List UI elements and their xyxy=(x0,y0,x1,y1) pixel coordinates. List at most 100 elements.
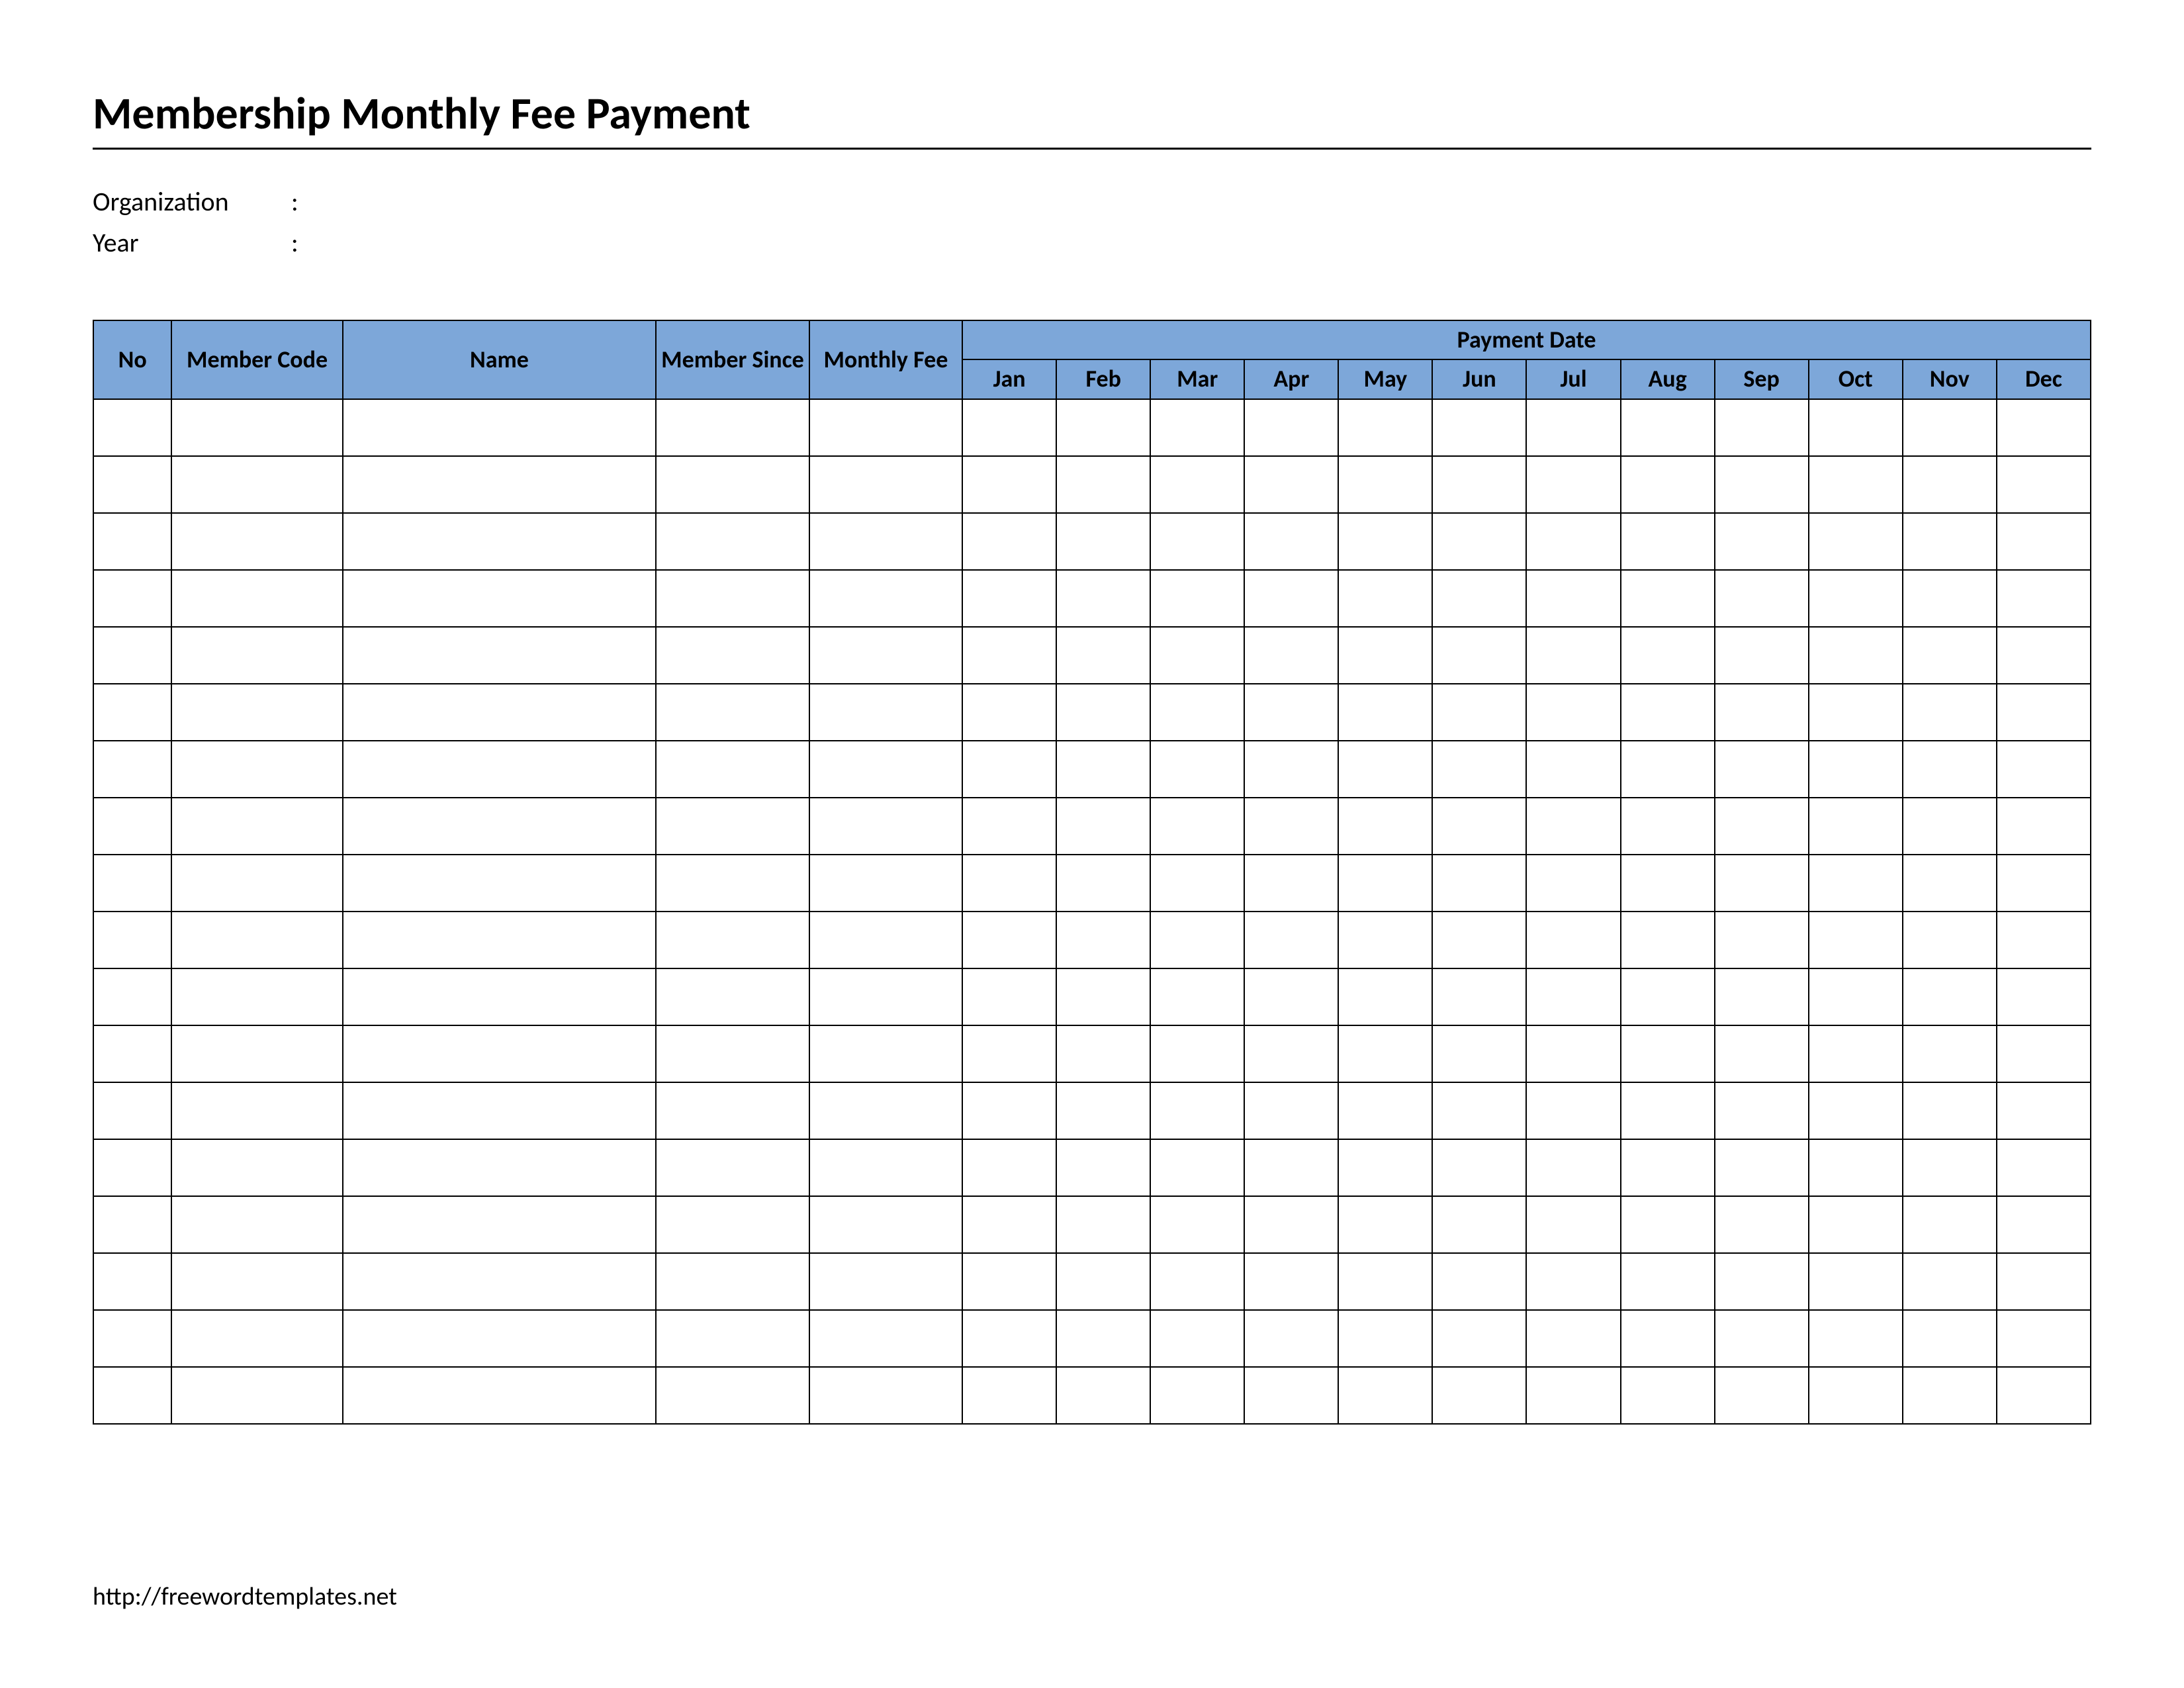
cell xyxy=(1244,627,1338,684)
cell xyxy=(962,798,1056,855)
cell xyxy=(1621,684,1715,741)
cell xyxy=(1903,1310,1997,1367)
cell xyxy=(1715,798,1809,855)
cell xyxy=(1809,855,1903,912)
cell xyxy=(1338,1139,1432,1196)
cell xyxy=(343,513,657,570)
cell xyxy=(962,855,1056,912)
col-month-may: May xyxy=(1338,359,1432,399)
cell xyxy=(171,1367,342,1424)
cell xyxy=(656,456,809,513)
cell xyxy=(1526,912,1620,968)
cell xyxy=(1150,798,1244,855)
cell xyxy=(656,741,809,798)
cell xyxy=(1621,456,1715,513)
cell xyxy=(1244,1139,1338,1196)
cell xyxy=(656,399,809,456)
cell xyxy=(656,627,809,684)
cell xyxy=(1997,1139,2091,1196)
cell xyxy=(962,968,1056,1025)
cell xyxy=(1997,855,2091,912)
cell xyxy=(1150,1367,1244,1424)
cell xyxy=(1338,798,1432,855)
cell xyxy=(1150,855,1244,912)
table-row xyxy=(93,456,2091,513)
cell xyxy=(656,855,809,912)
organization-label: Organization xyxy=(93,181,291,222)
document-page: Membership Monthly Fee Payment Organizat… xyxy=(0,0,2184,1688)
cell xyxy=(171,1310,342,1367)
cell xyxy=(1715,627,1809,684)
col-month-aug: Aug xyxy=(1621,359,1715,399)
cell xyxy=(1338,684,1432,741)
cell xyxy=(656,1310,809,1367)
cell xyxy=(962,1196,1056,1253)
cell xyxy=(656,1253,809,1310)
cell xyxy=(1809,1196,1903,1253)
cell xyxy=(1526,627,1620,684)
cell xyxy=(343,570,657,627)
cell xyxy=(656,912,809,968)
cell xyxy=(1056,741,1150,798)
cell xyxy=(1997,1025,2091,1082)
col-no: No xyxy=(93,320,171,399)
table-row xyxy=(93,570,2091,627)
cell xyxy=(1621,627,1715,684)
cell xyxy=(1244,1025,1338,1082)
cell xyxy=(656,570,809,627)
cell xyxy=(1432,1253,1526,1310)
cell xyxy=(93,513,171,570)
cell xyxy=(809,1367,962,1424)
cell xyxy=(1338,1196,1432,1253)
cell xyxy=(1621,741,1715,798)
cell xyxy=(656,798,809,855)
cell xyxy=(1056,1196,1150,1253)
cell xyxy=(93,1253,171,1310)
cell xyxy=(1056,968,1150,1025)
cell xyxy=(1432,1082,1526,1139)
cell xyxy=(1338,968,1432,1025)
cell xyxy=(656,1082,809,1139)
cell xyxy=(93,1025,171,1082)
cell xyxy=(1997,741,2091,798)
cell xyxy=(171,798,342,855)
cell xyxy=(1056,513,1150,570)
cell xyxy=(1526,684,1620,741)
cell xyxy=(1809,684,1903,741)
cell xyxy=(1997,684,2091,741)
cell xyxy=(171,513,342,570)
cell xyxy=(1903,1367,1997,1424)
table-row xyxy=(93,1082,2091,1139)
cell xyxy=(1150,1253,1244,1310)
cell xyxy=(1715,968,1809,1025)
cell xyxy=(656,1196,809,1253)
cell xyxy=(1715,570,1809,627)
cell xyxy=(1244,741,1338,798)
cell xyxy=(93,1310,171,1367)
cell xyxy=(1997,627,2091,684)
cell xyxy=(1809,912,1903,968)
cell xyxy=(1809,513,1903,570)
cell xyxy=(1809,1253,1903,1310)
cell xyxy=(1903,399,1997,456)
table-row xyxy=(93,968,2091,1025)
cell xyxy=(1715,1310,1809,1367)
cell xyxy=(962,741,1056,798)
cell xyxy=(809,456,962,513)
table-row xyxy=(93,684,2091,741)
cell xyxy=(1526,570,1620,627)
cell xyxy=(1997,1082,2091,1139)
cell xyxy=(962,1139,1056,1196)
table-row xyxy=(93,399,2091,456)
cell xyxy=(809,912,962,968)
cell xyxy=(1056,399,1150,456)
cell xyxy=(343,912,657,968)
table-row xyxy=(93,855,2091,912)
cell xyxy=(171,399,342,456)
cell xyxy=(1997,968,2091,1025)
cell xyxy=(1997,570,2091,627)
cell xyxy=(1432,798,1526,855)
cell xyxy=(962,1310,1056,1367)
cell xyxy=(1150,1196,1244,1253)
colon: : xyxy=(291,181,311,222)
